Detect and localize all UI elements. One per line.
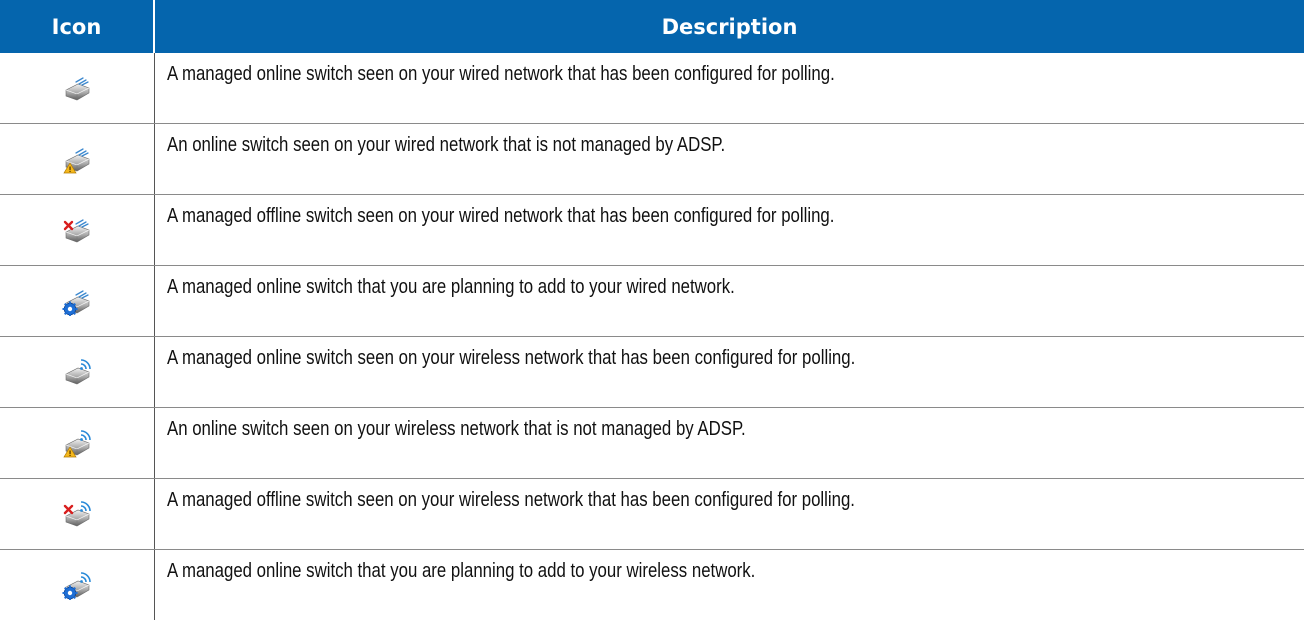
wired-switch-offline-icon bbox=[63, 219, 90, 243]
row-description: An online switch seen on your wireless n… bbox=[166, 418, 746, 440]
table-row: A managed online switch seen on your wir… bbox=[0, 53, 1304, 124]
row-description: A managed offline switch seen on your wi… bbox=[166, 205, 834, 227]
table-row: A managed online switch that you are pla… bbox=[0, 549, 1304, 620]
icon-column-header: Icon bbox=[0, 0, 155, 53]
table-row: An online switch seen on your wired netw… bbox=[0, 123, 1304, 195]
wired-switch-planned-icon bbox=[61, 290, 90, 316]
wireless-switch-planned-icon bbox=[61, 572, 91, 600]
row-description: A managed online switch that you are pla… bbox=[166, 276, 735, 298]
table-row: A managed offline switch seen on your wi… bbox=[0, 194, 1304, 266]
row-description: A managed online switch seen on your wir… bbox=[166, 347, 855, 369]
row-description: An online switch seen on your wired netw… bbox=[166, 134, 725, 156]
table-row: An online switch seen on your wireless n… bbox=[0, 407, 1304, 479]
wired-switch-managed-online-icon bbox=[65, 77, 90, 101]
wireless-switch-unmanaged-warning-icon bbox=[63, 430, 91, 458]
table-row: A managed online switch that you are pla… bbox=[0, 265, 1304, 337]
wireless-switch-managed-online-icon bbox=[65, 359, 91, 385]
table-row: A managed offline switch seen on your wi… bbox=[0, 478, 1304, 550]
row-description: A managed offline switch seen on your wi… bbox=[166, 489, 855, 511]
description-column-header: Description bbox=[154, 0, 1304, 53]
row-description: A managed online switch that you are pla… bbox=[166, 560, 755, 582]
wireless-switch-offline-icon bbox=[63, 501, 91, 527]
row-description: A managed online switch seen on your wir… bbox=[166, 63, 835, 85]
wired-switch-unmanaged-warning-icon bbox=[63, 148, 90, 174]
table-header-row: Icon Description bbox=[0, 0, 1304, 53]
table-row: A managed online switch seen on your wir… bbox=[0, 336, 1304, 408]
icon-description-table: Icon Description A managed online switch… bbox=[0, 0, 1304, 620]
